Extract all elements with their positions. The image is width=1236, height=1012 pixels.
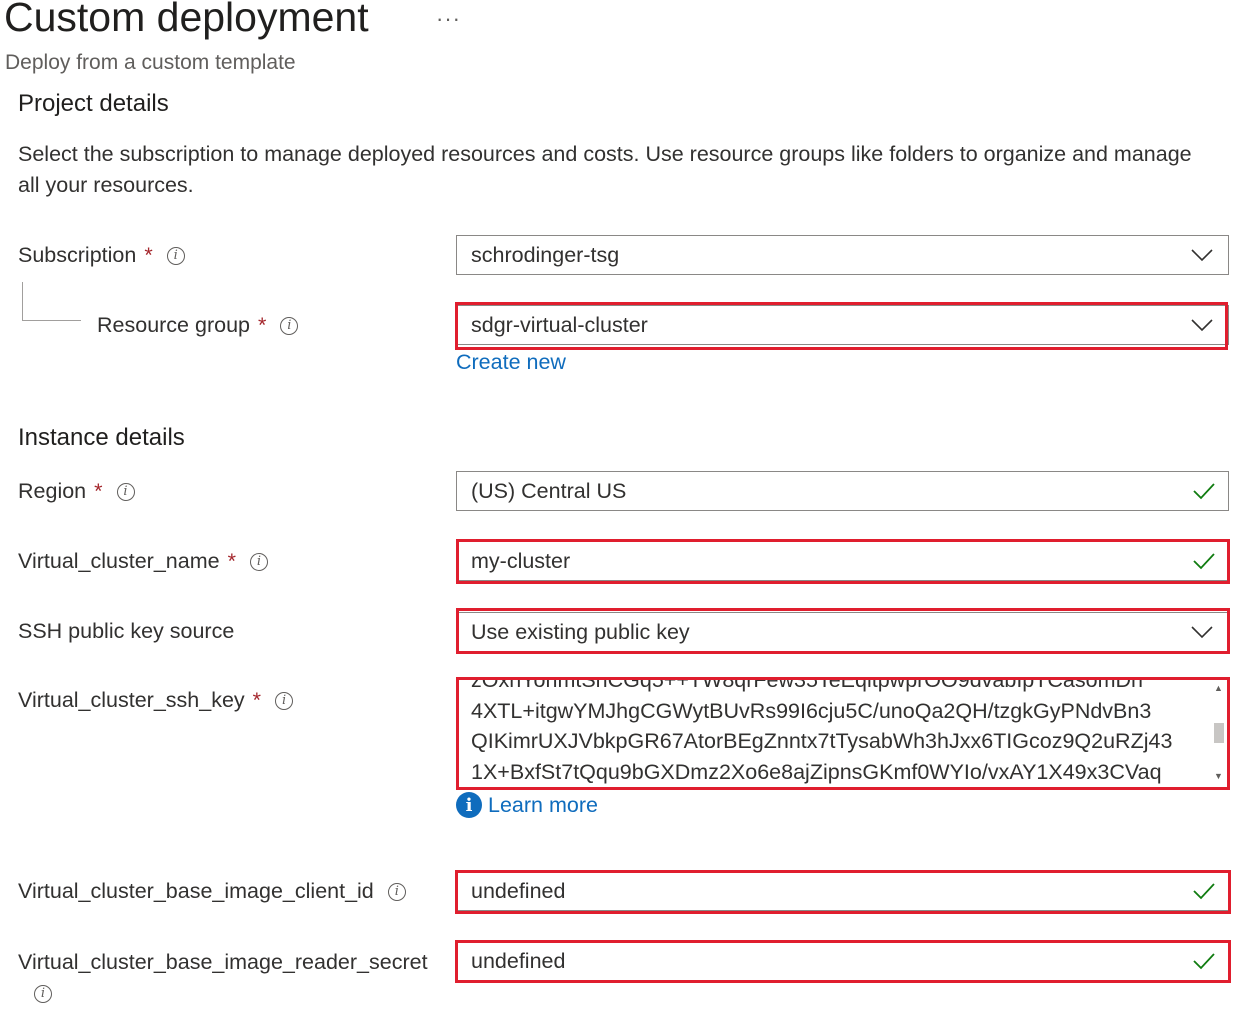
resource-group-label-text: Resource group bbox=[97, 313, 250, 337]
resource-group-dropdown[interactable]: sdgr-virtual-cluster bbox=[456, 305, 1229, 345]
project-details-heading: Project details bbox=[18, 90, 169, 117]
info-icon[interactable]: i bbox=[166, 246, 185, 265]
scroll-up-arrow-icon[interactable]: ▲ bbox=[1214, 683, 1223, 693]
required-marker: * bbox=[227, 549, 236, 573]
ssh-source-value: Use existing public key bbox=[471, 619, 690, 644]
chevron-down-icon bbox=[1191, 626, 1213, 639]
ssh-key-textarea[interactable]: zOxnYonmtSnCGq5++TW8qrFew35TeEqltpwprOO9… bbox=[456, 678, 1229, 788]
check-icon bbox=[1193, 553, 1215, 570]
check-icon bbox=[1193, 483, 1215, 500]
subscription-label-text: Subscription bbox=[18, 243, 137, 267]
ssh-key-label: Virtual_cluster_ssh_key * i bbox=[18, 688, 294, 713]
required-marker: * bbox=[257, 313, 267, 337]
reader-secret-label-text: Virtual_cluster_base_image_reader_secret bbox=[18, 950, 428, 974]
subscription-dropdown[interactable]: schrodinger-tsg bbox=[456, 235, 1229, 275]
resource-group-label: Resource group * i bbox=[97, 313, 299, 338]
reader-secret-label: Virtual_cluster_base_image_reader_secret bbox=[18, 950, 428, 975]
info-icon[interactable]: i bbox=[387, 882, 406, 901]
ssh-key-line: zOxnYonmtSnCGq5++TW8qrFew35TeEqltpwprOO9… bbox=[471, 678, 1143, 692]
scroll-thumb[interactable] bbox=[1214, 723, 1224, 743]
resource-group-value: sdgr-virtual-cluster bbox=[471, 312, 648, 337]
region-label-text: Region bbox=[18, 479, 87, 503]
ssh-source-dropdown[interactable]: Use existing public key bbox=[456, 612, 1229, 652]
ssh-key-scrollbar[interactable]: ▲ ▼ bbox=[1211, 683, 1225, 783]
cluster-name-value: my-cluster bbox=[471, 548, 571, 573]
client-id-label-text: Virtual_cluster_base_image_client_id bbox=[18, 879, 374, 903]
ssh-source-label: SSH public key source bbox=[18, 619, 234, 644]
check-icon bbox=[1193, 953, 1215, 970]
client-id-label: Virtual_cluster_base_image_client_id i bbox=[18, 879, 406, 904]
ssh-key-line: QIKimrUXJVbkpGR67AtorBEgZnntx7tTysabWh3h… bbox=[471, 729, 1173, 753]
cluster-name-input[interactable]: my-cluster bbox=[456, 541, 1229, 581]
create-new-link[interactable]: Create new bbox=[456, 350, 566, 375]
reader-secret-input[interactable]: undefined bbox=[456, 941, 1229, 981]
ssh-key-line: 1X+BxfSt7tQqu9bGXDmz2Xo6e8ajZipnsGKmf0WY… bbox=[471, 759, 1162, 784]
info-filled-icon: i bbox=[456, 792, 482, 818]
info-icon[interactable]: i bbox=[249, 552, 268, 571]
info-icon[interactable]: i bbox=[275, 691, 294, 710]
ssh-key-line: 4XTL+itgwYMJhgCGWytBUvRs99I6cju5C/unoQa2… bbox=[471, 698, 1152, 723]
more-options-button[interactable]: ··· bbox=[436, 6, 461, 32]
subscription-label: Subscription * i bbox=[18, 243, 185, 268]
scroll-down-arrow-icon[interactable]: ▼ bbox=[1214, 771, 1223, 781]
region-dropdown[interactable]: (US) Central US bbox=[456, 471, 1229, 511]
tree-connector bbox=[22, 282, 81, 321]
client-id-value: undefined bbox=[471, 878, 566, 903]
learn-more-link[interactable]: Learn more bbox=[488, 793, 598, 818]
ssh-key-label-text: Virtual_cluster_ssh_key bbox=[18, 688, 245, 712]
page-title: Custom deployment bbox=[4, 0, 369, 40]
required-marker: * bbox=[144, 243, 153, 267]
region-label: Region * i bbox=[18, 479, 135, 504]
required-marker: * bbox=[252, 688, 262, 712]
subscription-value: schrodinger-tsg bbox=[471, 242, 620, 267]
cluster-name-label-text: Virtual_cluster_name bbox=[18, 549, 220, 573]
instance-details-heading: Instance details bbox=[18, 424, 185, 451]
project-details-description: Select the subscription to manage deploy… bbox=[18, 142, 1192, 197]
ssh-key-content: zOxnYonmtSnCGq5++TW8qrFew35TeEqltpwprOO9… bbox=[471, 678, 1173, 787]
region-value: (US) Central US bbox=[471, 478, 627, 503]
check-icon bbox=[1193, 883, 1215, 900]
client-id-input[interactable]: undefined bbox=[456, 871, 1229, 911]
reader-secret-value: undefined bbox=[471, 948, 566, 973]
info-icon[interactable]: i bbox=[280, 316, 299, 335]
ssh-source-label-text: SSH public key source bbox=[18, 619, 235, 643]
chevron-down-icon bbox=[1191, 249, 1213, 262]
reader-secret-info: i bbox=[34, 984, 52, 1003]
required-marker: * bbox=[94, 479, 103, 503]
learn-more[interactable]: i Learn more bbox=[456, 792, 598, 818]
info-icon[interactable]: i bbox=[116, 482, 135, 501]
chevron-down-icon bbox=[1191, 319, 1213, 332]
cluster-name-label: Virtual_cluster_name * i bbox=[18, 549, 268, 574]
info-icon[interactable]: i bbox=[34, 984, 52, 1003]
page-subtitle: Deploy from a custom template bbox=[5, 51, 296, 74]
